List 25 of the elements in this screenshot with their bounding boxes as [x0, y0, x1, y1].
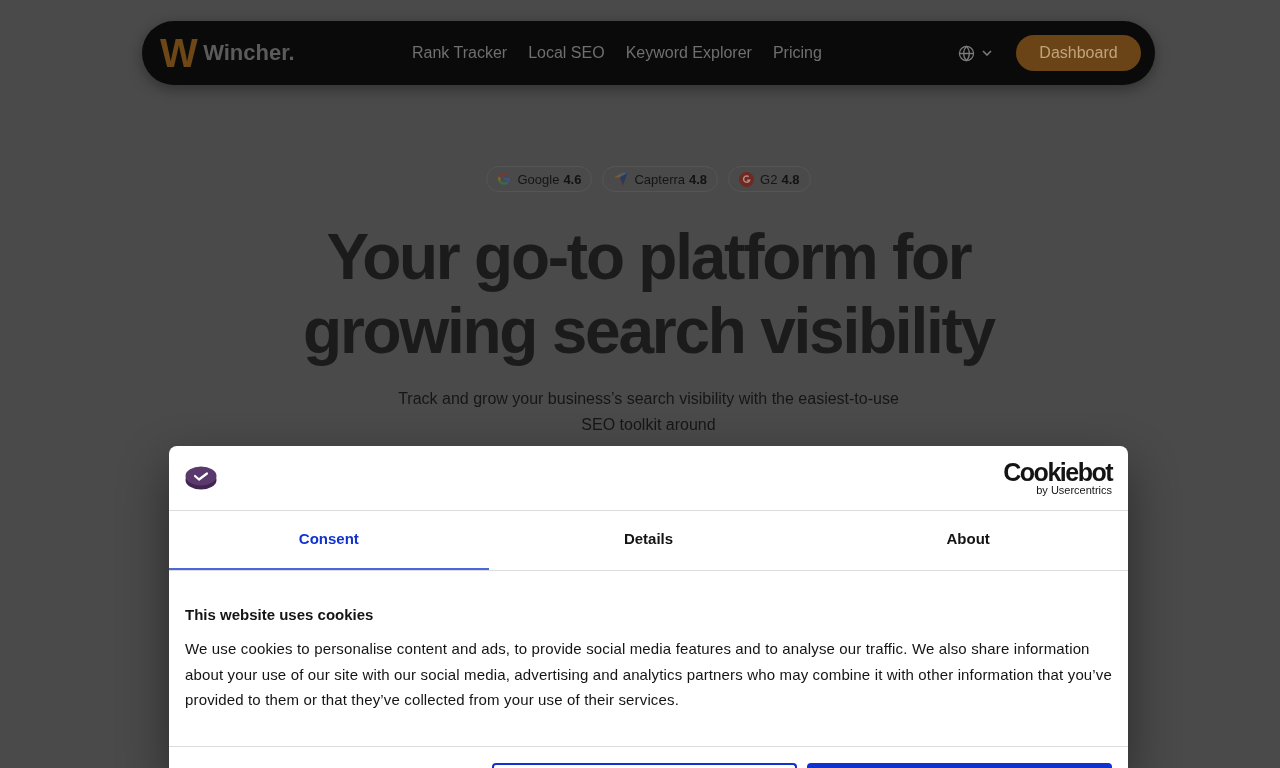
g2-logo-icon [739, 171, 755, 187]
nav-link[interactable]: Pricing [772, 41, 822, 65]
google-logo-icon [497, 172, 512, 186]
nav-link[interactable]: Rank Tracker [412, 41, 508, 65]
cookiebot-logo: Cookiebot [1003, 460, 1112, 484]
nav-link[interactable]: Local SEO [528, 41, 605, 65]
rating-score: 4.8 [781, 172, 800, 186]
tab[interactable]: Consent [169, 511, 489, 570]
logo-mark: W [160, 33, 197, 73]
nav-link[interactable]: Keyword Explorer [625, 41, 752, 65]
globe-icon [958, 44, 975, 62]
tab[interactable]: Details [488, 511, 809, 570]
secondary-button[interactable] [492, 762, 797, 768]
cookie-check-icon [185, 466, 217, 490]
rating-score: 4.8 [689, 172, 708, 186]
dialog-body-text: We use cookies to personalise content and ads, to provide social media features and to analyse our traffic. We also share information about your use of our site with our social media, advertising and analytics partners who may combine it with other information that you’ve provided to them or that they’ve collected from your use of their services. [185, 639, 1112, 710]
capterra-logo-icon [613, 172, 629, 186]
dialog-title: This website uses cookies [185, 605, 375, 625]
dashboard-button[interactable]: Dashboard [1016, 35, 1141, 71]
primary-button[interactable] [807, 762, 1112, 768]
rating-score: 4.6 [563, 172, 582, 186]
tab[interactable]: About [808, 511, 1128, 570]
brand-name: Wincher. [203, 42, 295, 64]
chevron-down-icon [982, 50, 992, 56]
brand-byline: by Usercentrics [1036, 484, 1112, 496]
